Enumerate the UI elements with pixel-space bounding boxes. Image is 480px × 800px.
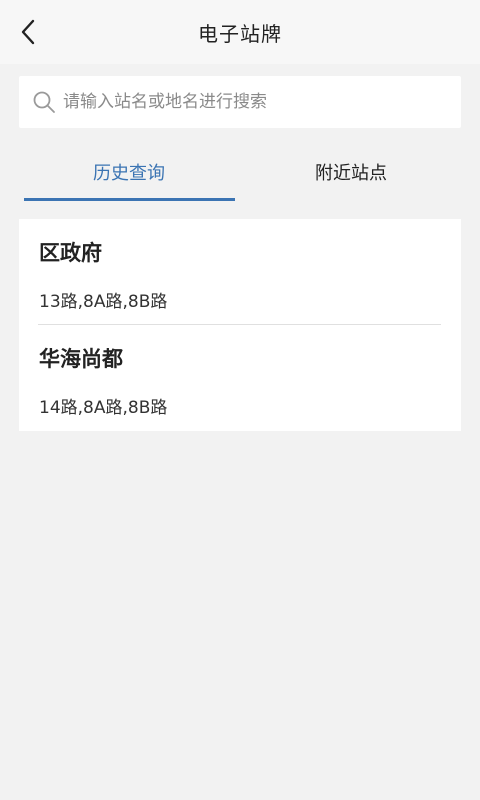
history-list: 区政府 13路,8A路,8B路 华海尚都 14路,8A路,8B路 — [19, 219, 461, 431]
station-routes: 13路,8A路,8B路 — [39, 292, 168, 312]
station-name: 华海尚都 — [39, 347, 123, 371]
list-item[interactable]: 区政府 13路,8A路,8B路 — [19, 219, 461, 325]
search-bar[interactable] — [19, 76, 461, 128]
page-title: 电子站牌 — [198, 22, 282, 46]
header-bar: 电子站牌 — [0, 0, 480, 64]
search-icon — [31, 89, 57, 115]
tab-history[interactable]: 历史查询 — [24, 142, 234, 202]
search-input[interactable] — [63, 87, 443, 117]
app-screen: 电子站牌 历史查询 附近站点 区政府 13路,8A路,8B路 华海尚都 14路,… — [0, 0, 480, 800]
station-name: 区政府 — [39, 241, 102, 265]
list-item[interactable]: 华海尚都 14路,8A路,8B路 — [19, 325, 461, 431]
tab-bar: 历史查询 附近站点 — [0, 142, 480, 202]
station-routes: 14路,8A路,8B路 — [39, 398, 168, 418]
tab-nearby[interactable]: 附近站点 — [246, 142, 456, 202]
active-tab-indicator — [24, 198, 235, 201]
